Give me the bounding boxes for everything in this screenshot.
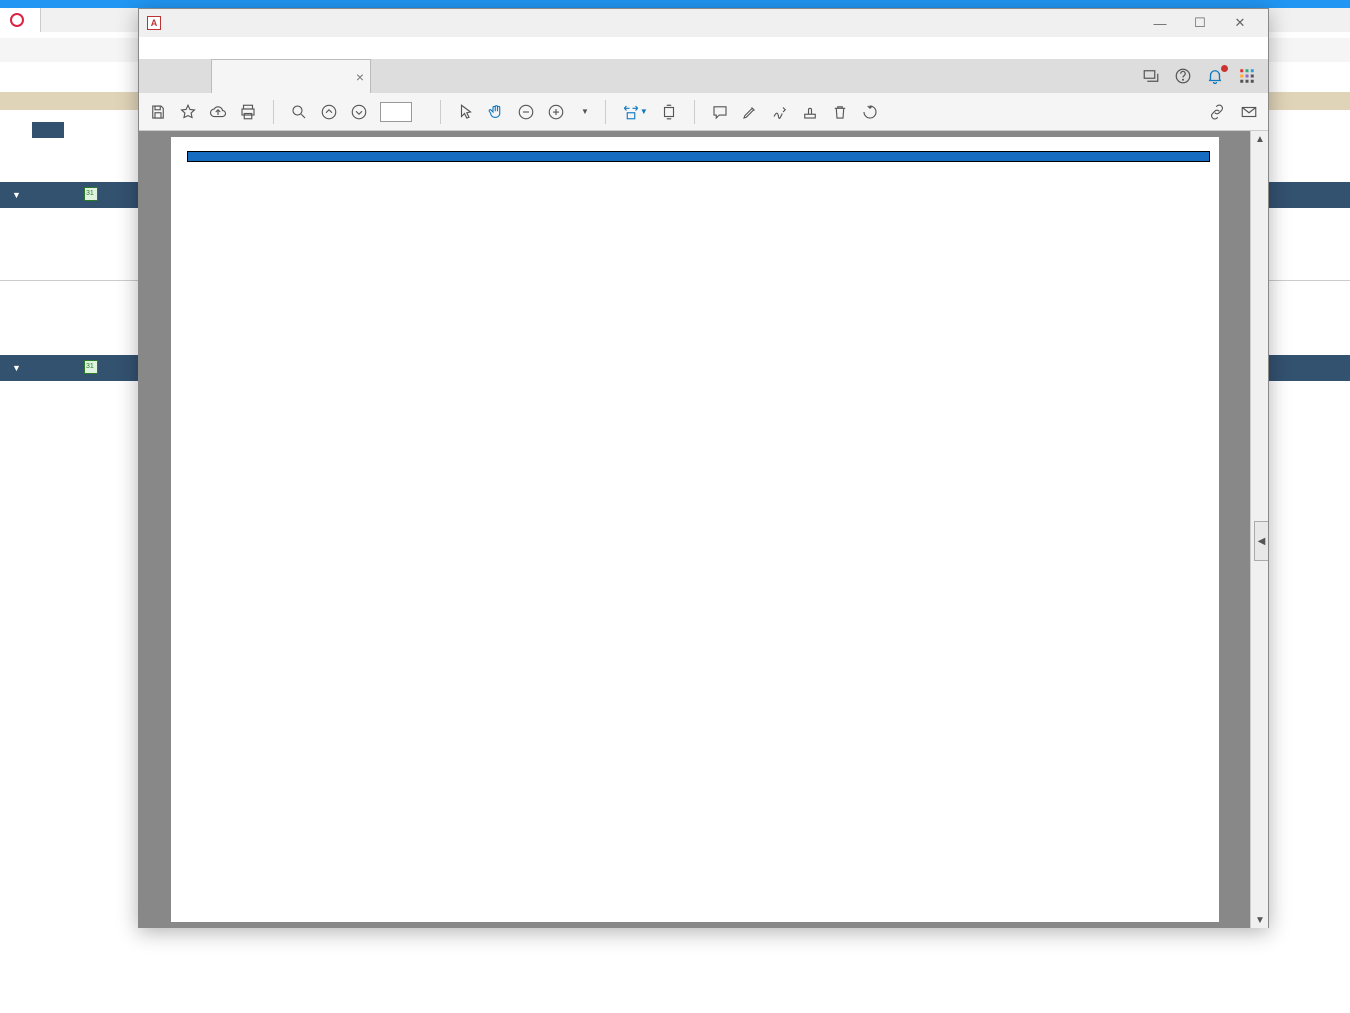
panel-collapse-handle[interactable]: ◀ [1254, 521, 1268, 561]
select-tool-icon[interactable] [457, 103, 475, 121]
pdf-page [171, 137, 1219, 922]
calendar-header-icon[interactable] [84, 360, 98, 374]
notifications-icon[interactable] [1206, 67, 1224, 85]
minimize-button[interactable]: — [1140, 16, 1180, 31]
zoom-out-icon[interactable] [517, 103, 535, 121]
acrobat-window: A — ☐ ✕ × [138, 8, 1269, 928]
rotate-icon[interactable] [861, 103, 879, 121]
scroll-down-button[interactable]: ▼ [1251, 912, 1269, 928]
acrobat-tab-row: × [139, 59, 1268, 93]
acrobat-menu-bar [139, 37, 1268, 59]
fit-width-icon[interactable]: ▼ [622, 103, 648, 121]
tab-document[interactable]: × [211, 59, 371, 93]
scroll-mode-icon[interactable] [660, 103, 678, 121]
zoom-level[interactable]: ▼ [577, 107, 589, 116]
nav-calendar[interactable] [0, 122, 32, 138]
save-icon[interactable] [149, 103, 167, 121]
acrobat-app-icon: A [147, 16, 161, 30]
acrobat-toolbar: ▼ ▼ [139, 93, 1268, 131]
tab-tools[interactable] [175, 59, 211, 93]
delete-icon[interactable] [831, 103, 849, 121]
acrobat-title-bar: A — ☐ ✕ [139, 9, 1268, 37]
page-down-icon[interactable] [350, 103, 368, 121]
link-icon[interactable] [1208, 103, 1226, 121]
help-icon[interactable] [1174, 67, 1192, 85]
stamp-icon[interactable] [801, 103, 819, 121]
zoom-in-icon[interactable] [547, 103, 565, 121]
print-icon[interactable] [239, 103, 257, 121]
page-number-input[interactable] [380, 102, 412, 122]
acrobat-content-area: ▲ ▼ ◀ [139, 131, 1268, 928]
page-up-icon[interactable] [320, 103, 338, 121]
star-icon[interactable] [179, 103, 197, 121]
page-viewport[interactable] [139, 131, 1250, 928]
highlight-icon[interactable] [741, 103, 759, 121]
share-screen-icon[interactable] [1142, 67, 1160, 85]
hand-tool-icon[interactable] [487, 103, 505, 121]
comment-icon[interactable] [711, 103, 729, 121]
tab-favicon [10, 13, 24, 27]
email-icon[interactable] [1240, 103, 1258, 121]
scroll-up-button[interactable]: ▲ [1251, 131, 1269, 147]
cloud-upload-icon[interactable] [209, 103, 227, 121]
tab-home[interactable] [139, 59, 175, 93]
nav-board[interactable] [32, 122, 64, 138]
sign-icon[interactable] [771, 103, 789, 121]
close-button[interactable]: ✕ [1220, 15, 1260, 31]
tab-close-icon[interactable]: × [356, 69, 364, 85]
agenda-table [187, 151, 1210, 162]
calendar-header-icon[interactable] [84, 187, 98, 201]
search-icon[interactable] [290, 103, 308, 121]
apps-grid-icon[interactable] [1238, 67, 1256, 85]
maximize-button[interactable]: ☐ [1180, 15, 1220, 31]
browser-tab[interactable] [0, 8, 41, 32]
